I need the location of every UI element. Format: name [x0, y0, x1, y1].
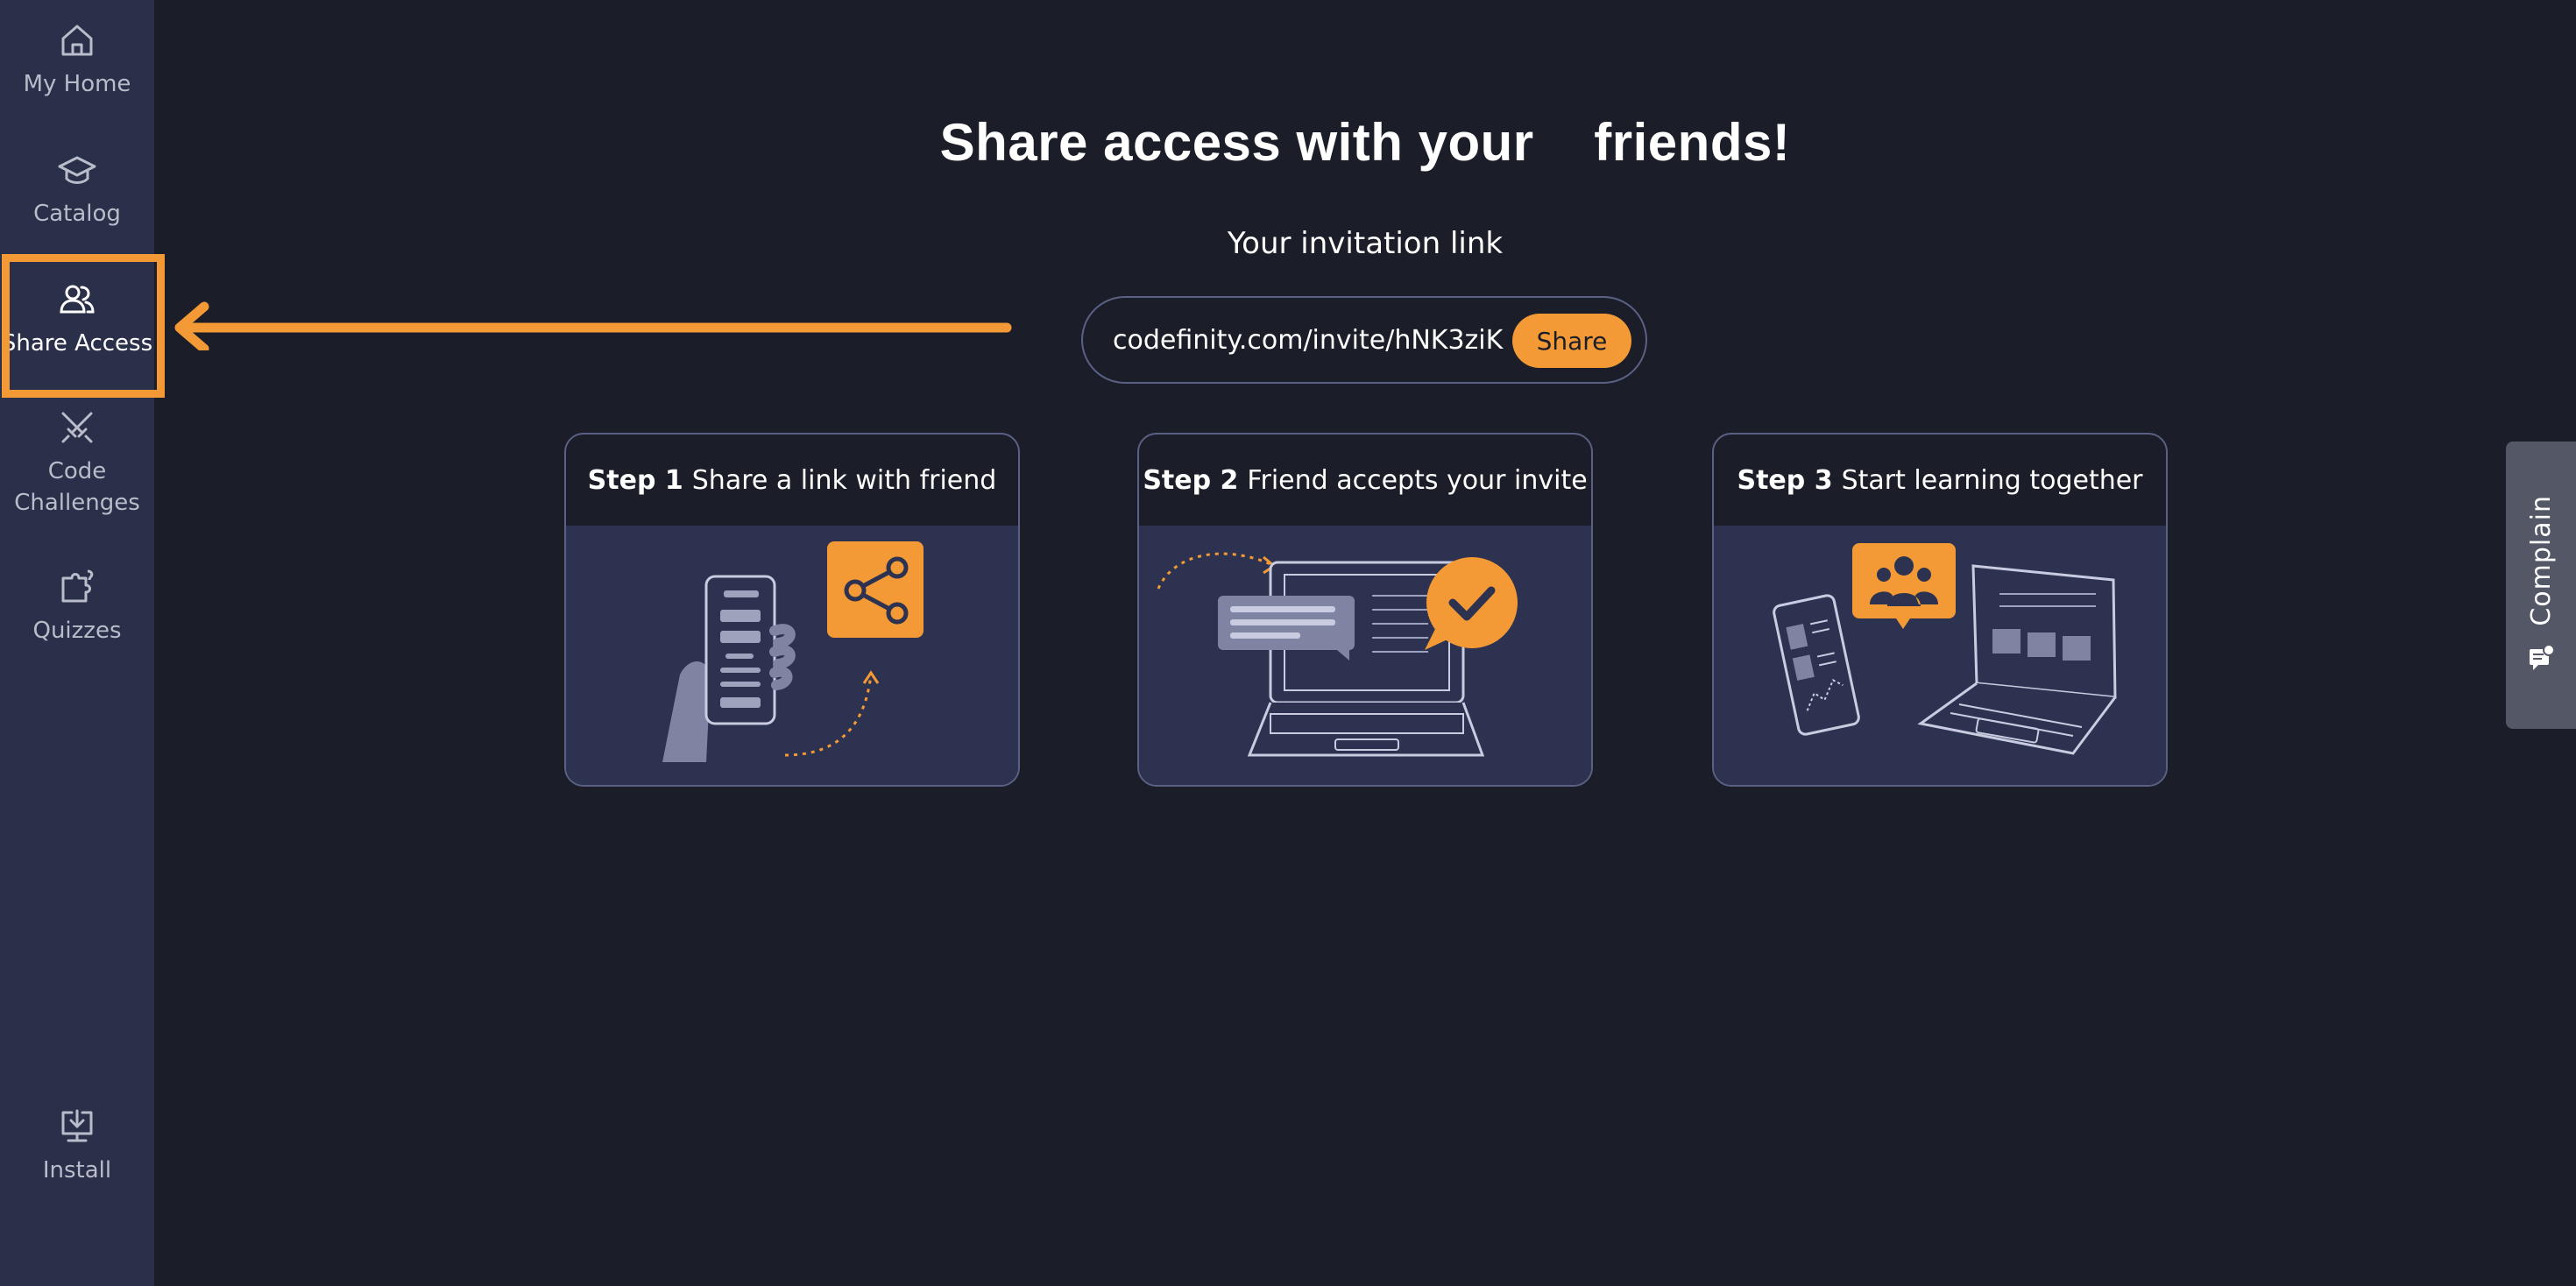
sidebar-item-label: Quizzes — [32, 618, 122, 644]
sidebar-item-my-home[interactable]: My Home — [0, 19, 154, 100]
sidebar-item-share-access[interactable]: Share Access — [0, 279, 154, 359]
sidebar: My Home Catalog Share Access Code Challe… — [0, 0, 154, 1286]
step-card-header: Step 1 Share a link with friend — [566, 435, 1018, 526]
sidebar-item-label: Install — [42, 1157, 112, 1184]
page-title: Share access with your friends! — [939, 113, 1791, 172]
step-text: Share a link with friend — [691, 464, 997, 496]
step-illustration — [1139, 526, 1591, 785]
home-icon — [56, 19, 98, 61]
step-illustration — [1714, 526, 2166, 785]
step-card-1: Step 1 Share a link with friend — [564, 433, 1020, 787]
step-number: Step 1 — [587, 464, 683, 496]
sidebar-item-install[interactable]: Install — [0, 1106, 154, 1186]
complain-label: Complain — [2525, 495, 2557, 626]
sidebar-item-code-challenges[interactable]: Code Challenges — [0, 406, 154, 519]
complain-button[interactable]: Complain — [2506, 442, 2576, 729]
sidebar-item-quizzes[interactable]: Quizzes — [0, 566, 154, 647]
pointer-arrow — [174, 301, 1012, 350]
step-number: Step 2 — [1143, 464, 1239, 496]
step-card-header: Step 3 Start learning together — [1714, 435, 2166, 526]
step-text: Start learning together — [1841, 464, 2143, 496]
phone-icon — [1773, 594, 1860, 736]
step-card-header: Step 2 Friend accepts your invite — [1139, 435, 1591, 526]
invitation-link-label: Your invitation link — [1227, 226, 1504, 261]
feedback-icon — [2526, 642, 2556, 675]
share-button[interactable]: Share — [1512, 314, 1631, 368]
group-icon — [1852, 543, 1956, 618]
puzzle-icon — [56, 566, 98, 608]
sidebar-item-label: Catalog — [33, 201, 121, 227]
sidebar-item-label: My Home — [23, 71, 131, 97]
invitation-link-text[interactable]: codefinity.com/invite/hNK3ziK — [1113, 325, 1503, 356]
install-icon — [56, 1106, 98, 1148]
step-card-3: Step 3 Start learning together — [1712, 433, 2168, 787]
users-icon — [56, 279, 98, 321]
step-card-2: Step 2 Friend accepts your invite — [1137, 433, 1593, 787]
crossed-swords-icon — [56, 406, 98, 449]
hand-icon — [662, 661, 711, 762]
sidebar-item-label: Code Challenges — [14, 458, 140, 516]
invitation-link-field[interactable]: codefinity.com/invite/hNK3ziK Share — [1081, 296, 1647, 384]
step-text: Friend accepts your invite — [1247, 464, 1588, 496]
sidebar-item-label: Share Access — [1, 330, 153, 357]
step-number: Step 3 — [1737, 464, 1833, 496]
share-icon — [827, 541, 924, 638]
step-illustration — [566, 526, 1018, 785]
